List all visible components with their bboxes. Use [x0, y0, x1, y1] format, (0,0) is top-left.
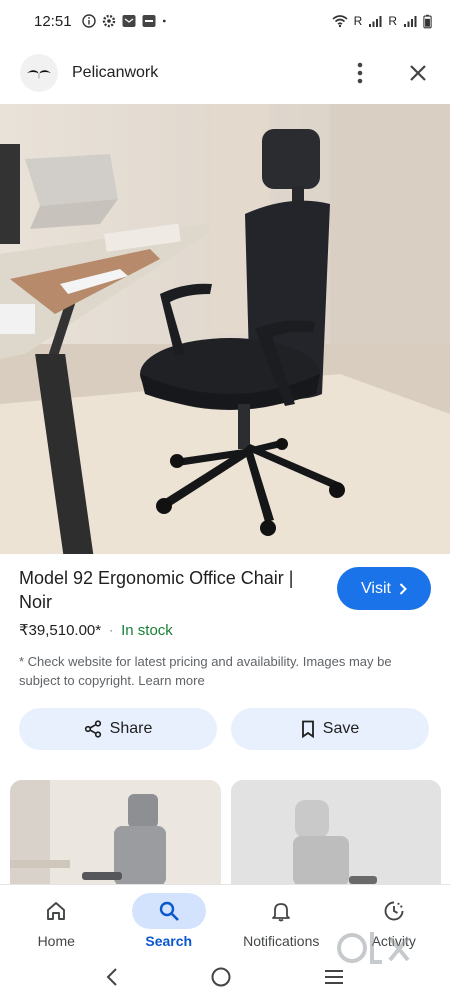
close-icon: [410, 65, 426, 81]
signal-icon: [404, 16, 417, 27]
nav-home-icon-wrap: [19, 893, 93, 929]
share-icon: [84, 720, 101, 738]
product-price: ₹39,510.00*: [19, 622, 102, 639]
nav-notifications-label: Notifications: [243, 933, 320, 949]
activity-icon: [384, 901, 404, 921]
info-icon: [81, 14, 96, 28]
app-notification-icon: [142, 15, 156, 27]
recents-icon[interactable]: [323, 968, 345, 986]
visit-label: Visit: [361, 579, 391, 597]
status-time: 12:51: [34, 12, 72, 30]
nav-home-label: Home: [37, 933, 75, 949]
share-label: Share: [109, 720, 153, 737]
product-image[interactable]: [0, 104, 450, 554]
mail-icon: [122, 15, 136, 27]
save-button[interactable]: Save: [231, 708, 429, 750]
more-notifications-dot-icon: [162, 19, 166, 23]
nav-notifications-icon-wrap: [244, 893, 318, 929]
nav-search[interactable]: Search: [113, 885, 226, 954]
wifi-icon: [332, 15, 348, 28]
save-label: Save: [322, 720, 360, 737]
home-icon: [47, 902, 66, 920]
chair-thumbnail-illustration: [10, 780, 221, 886]
bell-icon: [272, 903, 291, 922]
stock-status: In stock: [121, 621, 173, 639]
signal-label-2: R: [388, 14, 397, 28]
site-name[interactable]: Pelicanwork: [72, 64, 158, 82]
more-options-button[interactable]: [348, 61, 372, 85]
separator: ·: [109, 623, 114, 637]
back-icon[interactable]: [105, 967, 119, 987]
nav-notifications[interactable]: Notifications: [225, 885, 338, 954]
related-image-2[interactable]: [231, 780, 441, 886]
nav-home[interactable]: Home: [0, 885, 113, 954]
site-logo[interactable]: [20, 54, 58, 92]
signal-label-1: R: [353, 14, 363, 28]
battery-icon: [423, 14, 432, 28]
more-vert-icon: [357, 62, 363, 84]
chevron-right-icon: [399, 582, 407, 595]
home-circle-icon[interactable]: [210, 966, 232, 988]
nav-activity-icon-wrap: [357, 893, 431, 929]
pelican-logo-icon: [27, 70, 51, 79]
visit-button[interactable]: Visit: [337, 567, 431, 610]
nav-search-icon-wrap: [131, 893, 206, 929]
settings-icon: [102, 14, 115, 28]
status-bar: 12:51 R R: [0, 0, 450, 42]
nav-search-label: Search: [145, 933, 193, 949]
signal-icon: [369, 16, 382, 27]
bookmark-icon: [301, 720, 314, 738]
close-button[interactable]: [406, 61, 430, 85]
office-chair-illustration: [0, 104, 450, 554]
price-row: ₹39,510.00* · In stock: [19, 621, 173, 640]
site-header: Pelicanwork: [0, 50, 450, 96]
system-navigation-bar: [0, 954, 450, 1000]
product-title[interactable]: Model 92 Ergonomic Office Chair | Noir: [19, 566, 324, 614]
share-button[interactable]: Share: [19, 708, 217, 750]
search-icon: [159, 901, 179, 921]
related-image-1[interactable]: [10, 780, 221, 886]
disclaimer-text[interactable]: * Check website for latest pricing and a…: [19, 652, 431, 690]
chair-thumbnail-illustration: [231, 780, 441, 886]
